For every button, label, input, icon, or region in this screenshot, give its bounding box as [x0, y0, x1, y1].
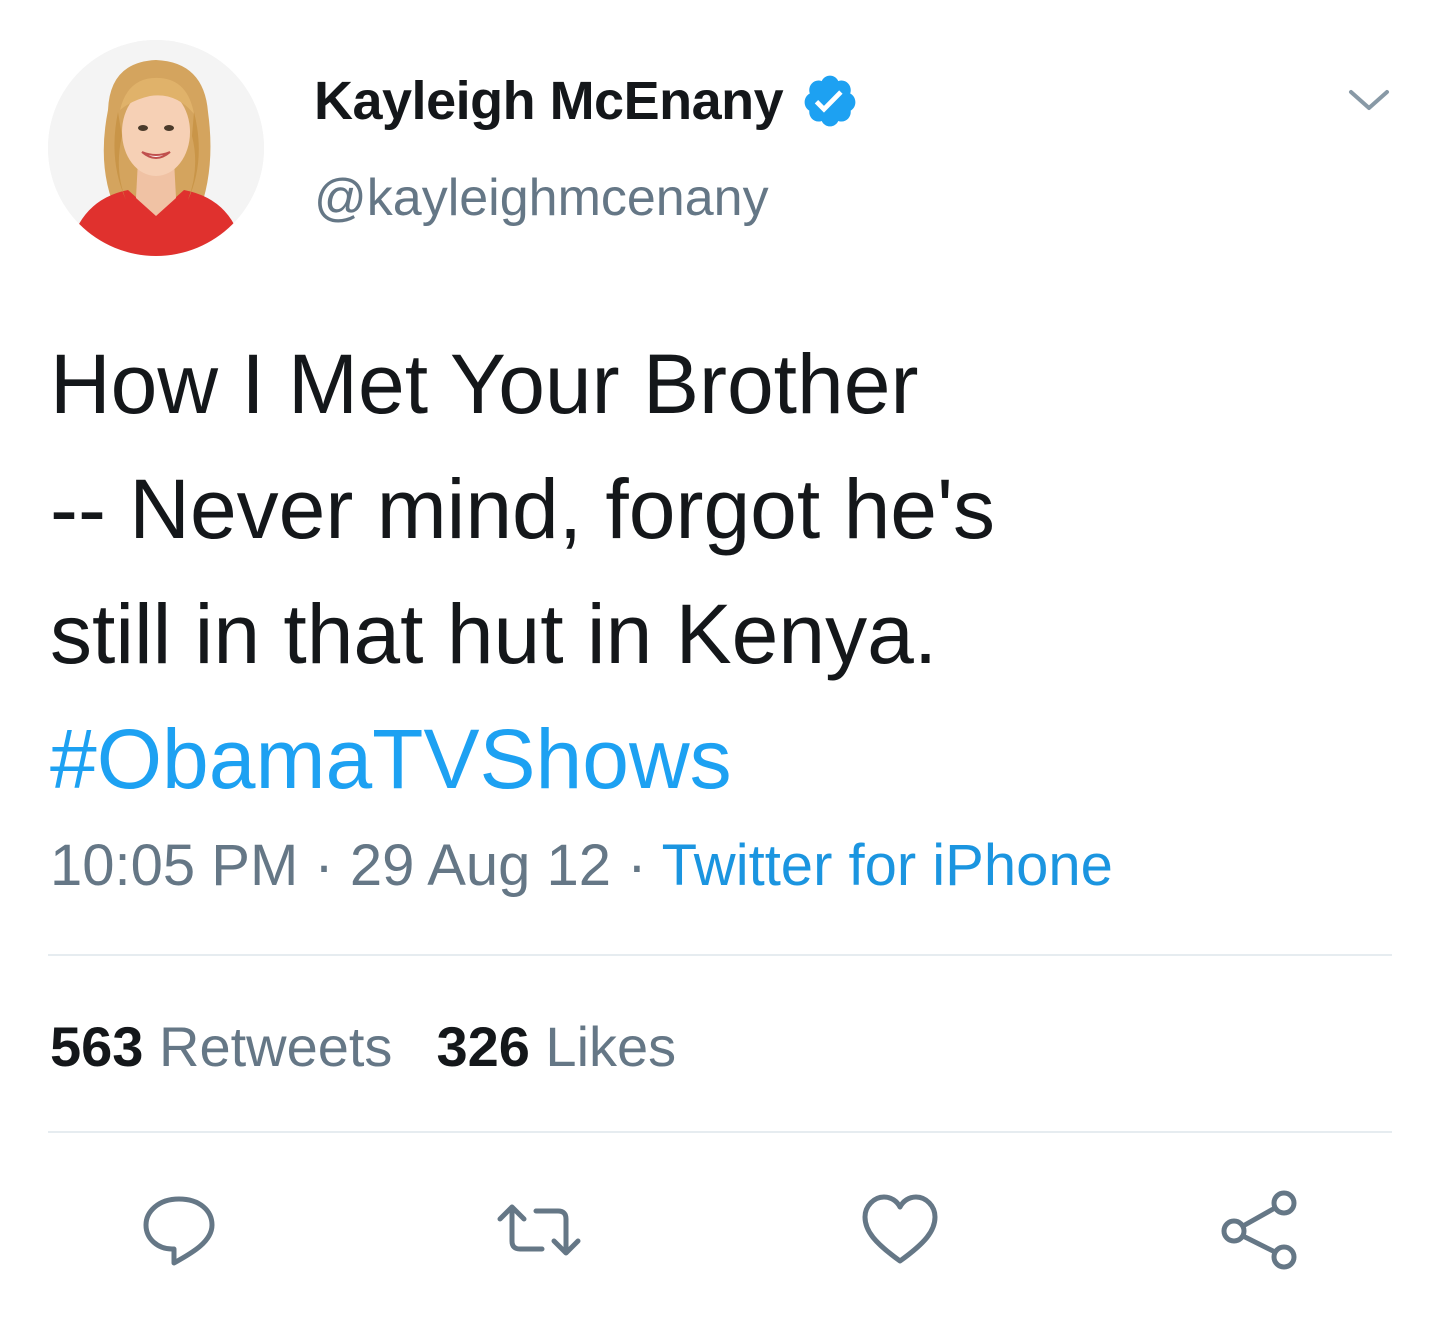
share-icon[interactable] — [1216, 1185, 1306, 1275]
likes-count: 326 — [436, 1015, 530, 1078]
verified-badge-icon — [801, 72, 859, 130]
display-name[interactable]: Kayleigh McEnany — [314, 70, 784, 132]
retweets-stat[interactable]: 563 Retweets — [50, 1015, 392, 1078]
tweet-text-line: How I Met Your Brother — [50, 337, 919, 431]
reply-icon[interactable] — [134, 1185, 224, 1275]
retweets-count: 563 — [50, 1015, 144, 1078]
retweet-icon[interactable] — [494, 1185, 584, 1275]
likes-stat[interactable]: 326 Likes — [436, 1015, 676, 1078]
tweet-date: 29 Aug 12 — [349, 833, 612, 898]
meta-separator: · — [298, 833, 350, 898]
tweet-metadata: 10:05 PM · 29 Aug 12 · Twitter for iPhon… — [50, 832, 1113, 899]
tweet-time: 10:05 PM — [50, 833, 299, 898]
tweet-source-link[interactable]: Twitter for iPhone — [662, 833, 1113, 898]
tweet-text-line: -- Never mind, forgot he's — [50, 462, 996, 556]
likes-label: Likes — [529, 1015, 677, 1078]
meta-separator: · — [611, 833, 662, 898]
hashtag-link[interactable]: #ObamaTVShows — [50, 697, 1170, 822]
divider — [48, 1131, 1392, 1133]
tweet-text: How I Met Your Brother -- Never mind, fo… — [50, 322, 1170, 822]
tweet-text-line: still in that hut in Kenya. — [50, 587, 938, 681]
tweet-stats: 563 Retweets 326 Likes — [50, 1014, 676, 1079]
user-handle[interactable]: @kayleighmcenany — [314, 168, 769, 228]
tweet-detail: Kayleigh McEnany @kayleighmcenany How I … — [0, 0, 1440, 1331]
author-name-row[interactable]: Kayleigh McEnany — [314, 66, 859, 136]
chevron-down-icon[interactable] — [1345, 80, 1393, 120]
avatar[interactable] — [48, 40, 264, 256]
divider — [48, 954, 1392, 956]
retweets-label: Retweets — [143, 1015, 393, 1078]
heart-icon[interactable] — [855, 1185, 945, 1275]
